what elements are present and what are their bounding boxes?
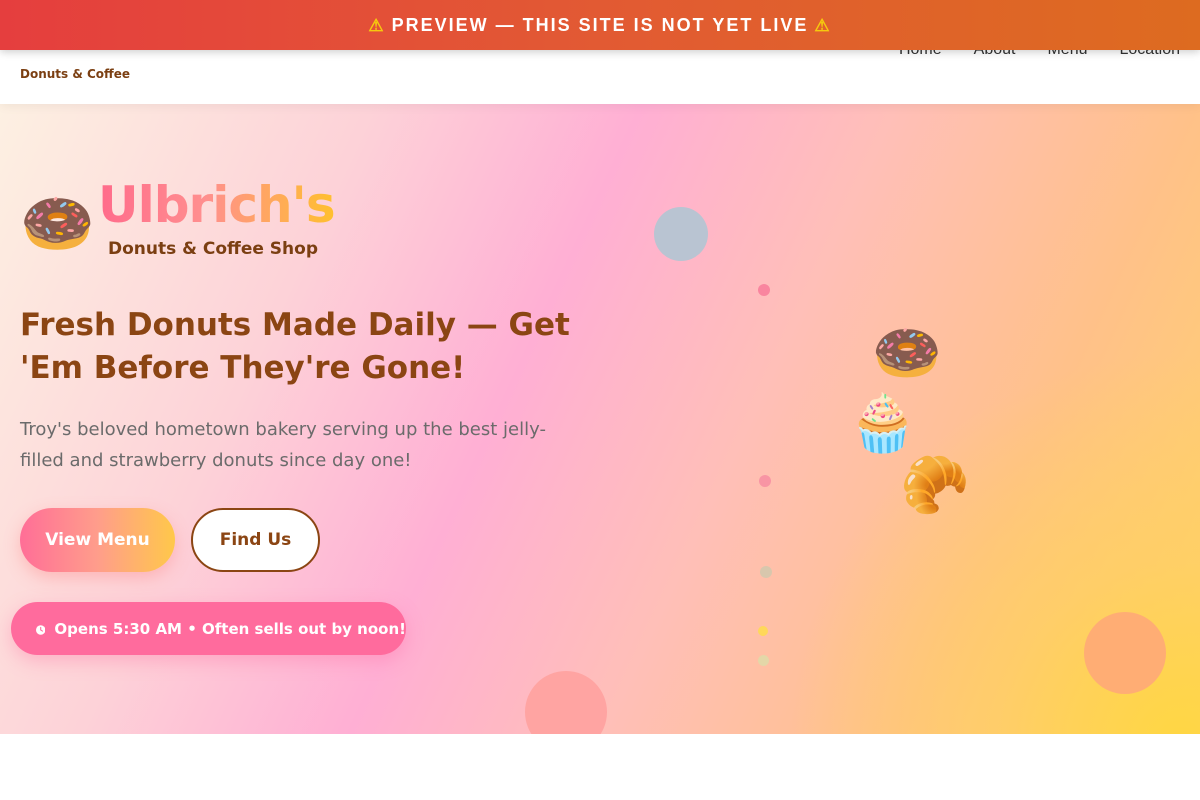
warning-icon: ⚠ bbox=[368, 15, 386, 35]
decorative-dot bbox=[758, 626, 768, 636]
view-menu-button[interactable]: View Menu bbox=[20, 508, 175, 572]
clock-icon bbox=[36, 624, 46, 635]
decorative-dot bbox=[758, 284, 770, 296]
decorative-dot bbox=[758, 655, 769, 666]
decorative-circle bbox=[525, 671, 607, 734]
preview-banner-text: ⚠ PREVIEW — THIS SITE IS NOT YET LIVE ⚠ bbox=[362, 15, 837, 36]
decorative-dot bbox=[759, 475, 771, 487]
preview-banner: ⚠ PREVIEW — THIS SITE IS NOT YET LIVE ⚠ bbox=[0, 0, 1200, 50]
brand-name: Ulbrich's bbox=[98, 176, 336, 234]
hero-headline: Fresh Donuts Made Daily — Get 'Em Before… bbox=[20, 307, 570, 386]
hero-description: Troy's beloved hometown bakery serving u… bbox=[20, 419, 546, 471]
donut-logo-icon: 🍩 bbox=[20, 189, 95, 259]
brand-tagline: Donuts & Coffee Shop bbox=[108, 239, 319, 259]
find-us-button[interactable]: Find Us bbox=[191, 508, 320, 572]
decorative-circle bbox=[654, 207, 708, 261]
decorative-circle bbox=[1084, 612, 1166, 694]
hero-section: 🍩 🧁 🥐 🍩 Ulbrich's Donuts & Coffee Shop F… bbox=[0, 104, 1200, 734]
croissant-icon: 🥐 bbox=[900, 453, 970, 518]
header-brand-subtitle[interactable]: Donuts & Coffee bbox=[20, 67, 130, 81]
cupcake-icon: 🧁 bbox=[848, 391, 918, 456]
hours-badge: Opens 5:30 AM • Often sells out by noon! bbox=[11, 602, 406, 655]
hours-text: Opens 5:30 AM • Often sells out by noon! bbox=[54, 619, 406, 638]
warning-icon: ⚠ bbox=[814, 15, 832, 35]
donut-icon: 🍩 bbox=[872, 321, 942, 386]
decorative-dot bbox=[760, 566, 772, 578]
preview-banner-label: PREVIEW — THIS SITE IS NOT YET LIVE bbox=[391, 14, 809, 35]
